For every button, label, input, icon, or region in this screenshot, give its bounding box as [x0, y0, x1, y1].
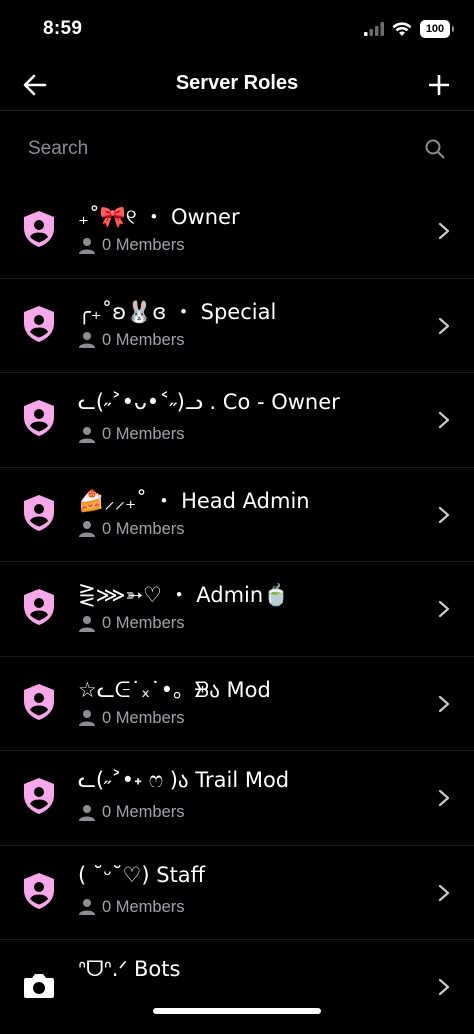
role-row-owner[interactable]: ₊˚🎀୧ ・ Owner 0 Members — [0, 184, 474, 279]
robot-icon — [24, 974, 54, 998]
member-count-label: 0 Members — [102, 330, 185, 349]
status-icons: 100 — [364, 20, 454, 38]
role-name: 🍰⸝⸝₊˚ ・ Head Admin — [78, 488, 310, 513]
member-count-label: 0 Members — [102, 425, 185, 443]
chevron-right-icon — [438, 600, 450, 618]
search-input[interactable] — [28, 134, 408, 164]
person-icon — [79, 521, 95, 537]
search-bar — [0, 122, 474, 178]
home-indicator[interactable] — [153, 1008, 321, 1014]
role-row-admin[interactable]: ⋛⋙➳♡ ・ Admin🍵 0 Members — [0, 562, 474, 657]
role-name: ⋛⋙➳♡ ・ Admin🍵 — [78, 583, 290, 607]
role-row-co-owner[interactable]: ᓚ(˶˃•ᴗ•˂˶)ᓗ . Co - Owner 0 Members — [0, 373, 474, 468]
role-row-staff[interactable]: ( ˘ᵕ˘♡) Staff 0 Members — [0, 846, 474, 940]
shield-user-icon — [24, 778, 54, 814]
chevron-right-icon — [438, 506, 450, 523]
role-row-trail-mod[interactable]: ᓚ(˶˃•˖ ෆ )ა Trail Mod 0 Members — [0, 751, 474, 846]
role-member-count: 0 Members — [78, 803, 185, 822]
chevron-right-icon — [438, 222, 450, 240]
role-name: ᐢᗜᐢ.ᐟ Bots — [78, 957, 181, 981]
header: Server Roles — [0, 60, 474, 111]
member-count-label: 0 Members — [102, 803, 185, 821]
chevron-right-icon — [438, 317, 450, 334]
person-icon — [79, 804, 95, 821]
member-count-label: 0 Members — [102, 897, 185, 916]
member-count-label: 0 Members — [102, 614, 185, 632]
shield-user-icon — [24, 494, 54, 531]
person-icon — [79, 426, 95, 443]
role-name: ᓚ(˶˃•ᴗ•˂˶)ᓗ . Co - Owner — [78, 390, 340, 414]
role-name: ☆ᓚᕮ˙ₓ˙•。ᗾა Mod — [78, 677, 271, 702]
shield-user-icon — [24, 211, 54, 247]
member-count-label: 0 Members — [102, 519, 185, 538]
role-name: ₊˚🎀୧ ・ Owner — [78, 205, 240, 229]
add-role-button[interactable] — [424, 70, 454, 100]
role-member-count: 0 Members — [78, 520, 185, 539]
role-member-count: 0 Members — [78, 331, 185, 350]
chevron-right-icon — [438, 789, 450, 807]
person-icon — [79, 710, 95, 726]
role-member-count: 0 Members — [78, 614, 185, 633]
shield-user-icon — [24, 400, 54, 436]
chevron-right-icon — [438, 695, 450, 712]
role-row-mod[interactable]: ☆ᓚᕮ˙ₓ˙•。ᗾა Mod 0 Members — [0, 657, 474, 751]
cellular-signal-icon — [364, 22, 384, 36]
status-bar: 8:59 100 — [0, 0, 474, 60]
role-member-count: 0 Members — [78, 898, 185, 917]
shield-user-icon — [24, 683, 54, 720]
person-icon — [79, 899, 95, 915]
role-name: ( ˘ᵕ˘♡) Staff — [78, 862, 206, 887]
role-member-count: 0 Members — [78, 425, 185, 444]
shield-user-icon — [24, 872, 54, 909]
battery-indicator: 100 — [420, 20, 454, 38]
plus-icon — [429, 75, 449, 95]
role-row-head-admin[interactable]: 🍰⸝⸝₊˚ ・ Head Admin 0 Members — [0, 468, 474, 562]
status-time: 8:59 — [43, 18, 83, 39]
role-row-special[interactable]: ╭₊˚ʚ🐰ɞ ・ Special 0 Members — [0, 279, 474, 373]
role-row-bots[interactable]: ᐢᗜᐢ.ᐟ Bots — [0, 940, 474, 1034]
roles-list: ₊˚🎀୧ ・ Owner 0 Members ╭₊˚ʚ🐰ɞ ・ Special … — [0, 184, 474, 1034]
person-icon — [79, 332, 95, 348]
member-count-label: 0 Members — [102, 236, 185, 254]
shield-user-icon — [24, 305, 54, 342]
shield-user-icon — [24, 589, 54, 625]
chevron-right-icon — [438, 884, 450, 901]
chevron-right-icon — [438, 978, 450, 996]
chevron-right-icon — [438, 411, 450, 429]
role-member-count: 0 Members — [78, 709, 185, 728]
role-member-count: 0 Members — [78, 236, 185, 255]
wifi-icon — [392, 21, 412, 36]
role-name: ╭₊˚ʚ🐰ɞ ・ Special — [78, 299, 277, 324]
member-count-label: 0 Members — [102, 708, 185, 727]
search-icon[interactable] — [424, 138, 446, 160]
page-title: Server Roles — [175, 72, 299, 94]
person-icon — [79, 237, 95, 254]
role-name: ᓚ(˶˃•˖ ෆ )ა Trail Mod — [78, 768, 290, 792]
person-icon — [79, 615, 95, 632]
